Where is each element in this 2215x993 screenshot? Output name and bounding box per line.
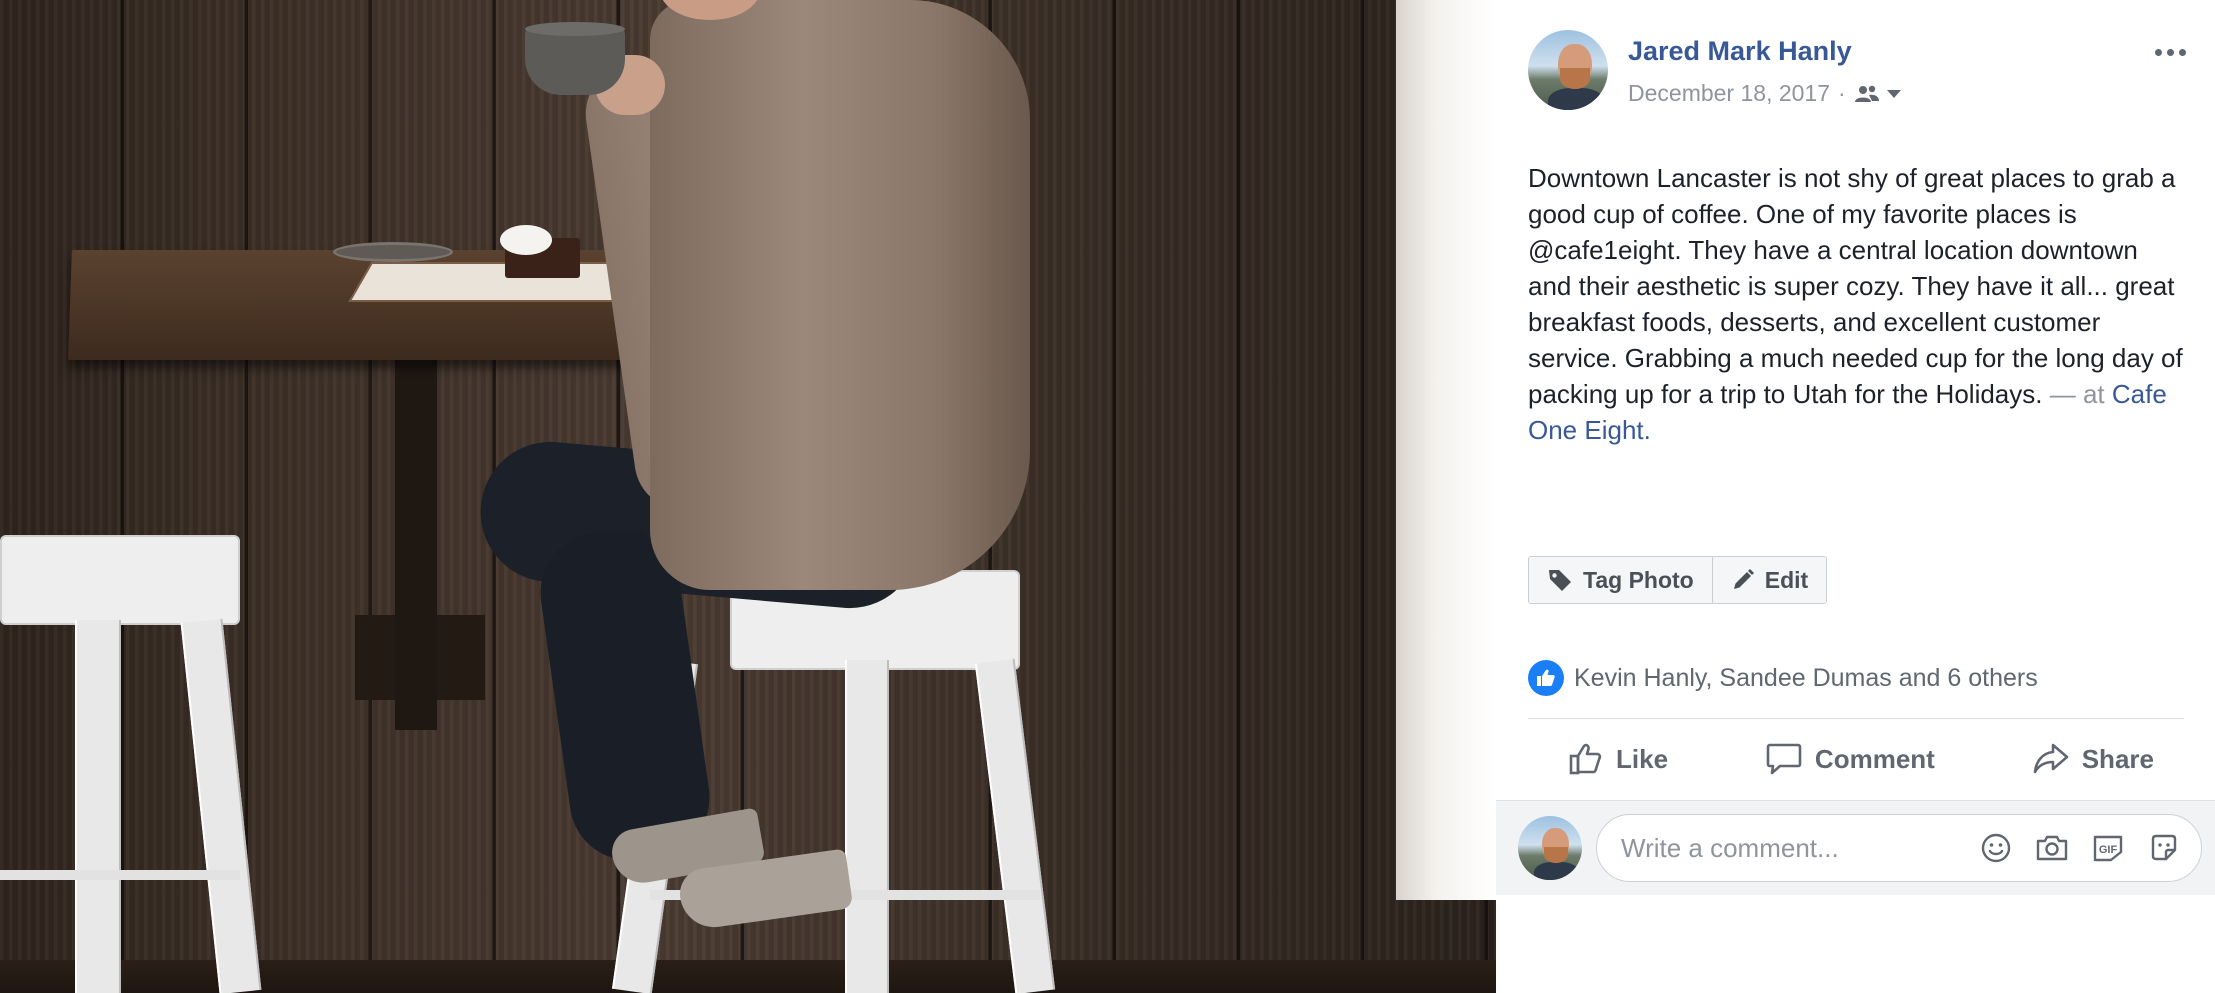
post-photo[interactable] — [0, 0, 1496, 993]
comment-input[interactable]: Write a comment... GIF — [1596, 814, 2202, 882]
share-label: Share — [2081, 743, 2154, 774]
person-shirt — [650, 0, 1030, 590]
stool-left-leg — [75, 620, 121, 993]
at-label: — at — [2042, 379, 2112, 409]
comment-button[interactable]: Comment — [1765, 741, 1935, 777]
reactions-summary[interactable]: Kevin Hanly, Sandee Dumas and 6 others — [1528, 660, 2038, 696]
more-dot — [2154, 48, 2162, 56]
more-dot — [2166, 48, 2174, 56]
pencil-icon — [1733, 569, 1754, 589]
comment-tools: GIF — [1977, 829, 2183, 867]
post-text: Downtown Lancaster is not shy of great p… — [1528, 160, 2188, 448]
thumbs-up-icon — [1569, 743, 1602, 775]
chevron-down-icon — [1886, 89, 1901, 98]
meta-separator: · — [1838, 80, 1846, 106]
friends-icon — [1854, 85, 1879, 102]
comment-label: Comment — [1814, 743, 1935, 774]
wall-edge — [1396, 0, 1496, 900]
share-arrow-icon — [2033, 743, 2069, 774]
camera-icon[interactable] — [2033, 829, 2071, 867]
divider — [1528, 718, 2184, 719]
edit-label: Edit — [1764, 566, 1809, 593]
sticker-icon[interactable] — [2145, 829, 2183, 867]
tag-photo-label: Tag Photo — [1583, 566, 1694, 593]
gif-icon[interactable]: GIF — [2089, 829, 2127, 867]
author-name[interactable]: Jared Mark Hanly — [1628, 36, 1852, 67]
cake-cream — [500, 225, 552, 255]
stool-right-leg — [974, 658, 1056, 993]
svg-text:GIF: GIF — [2099, 844, 2118, 856]
emoji-icon[interactable] — [1977, 829, 2015, 867]
comment-composer: Write a comment... GIF — [1496, 800, 2215, 895]
share-button[interactable]: Share — [2032, 741, 2154, 777]
edit-button[interactable]: Edit — [1712, 556, 1828, 604]
tag-icon — [1549, 570, 1571, 591]
post-body: Downtown Lancaster is not shy of great p… — [1528, 163, 2183, 409]
post-action-bar: Like Comment Share — [1528, 728, 2184, 790]
like-button[interactable]: Like — [1568, 741, 1668, 777]
more-dot — [2178, 48, 2186, 56]
post-date[interactable]: December 18, 2017 — [1628, 80, 1830, 107]
audience-selector[interactable] — [1854, 84, 1902, 104]
stool-left-rung — [0, 870, 240, 880]
stool-left-leg — [180, 618, 262, 993]
commenter-avatar[interactable] — [1518, 816, 1582, 880]
author-avatar[interactable] — [1528, 30, 1608, 110]
comment-bubble-icon — [1766, 743, 1802, 775]
stool-left-seat — [0, 535, 240, 625]
stool-right-leg — [845, 660, 889, 993]
plate — [333, 242, 453, 262]
reactions-names[interactable]: Kevin Hanly, Sandee Dumas and 6 others — [1574, 664, 2038, 693]
more-options-button[interactable] — [2148, 38, 2192, 66]
post-meta: December 18, 2017 · — [1628, 80, 1902, 107]
coffee-mug-rim — [525, 22, 625, 36]
post-header: Jared Mark Hanly December 18, 2017 · — [1528, 30, 2188, 120]
table-leg — [395, 360, 437, 730]
tag-photo-button[interactable]: Tag Photo — [1528, 556, 1713, 604]
like-reaction-icon — [1528, 660, 1564, 696]
photo-actions: Tag Photo Edit — [1528, 556, 1828, 604]
comment-placeholder[interactable]: Write a comment... — [1621, 833, 1977, 864]
post-panel: Jared Mark Hanly December 18, 2017 · Dow — [1496, 0, 2215, 993]
like-label: Like — [1616, 743, 1669, 774]
